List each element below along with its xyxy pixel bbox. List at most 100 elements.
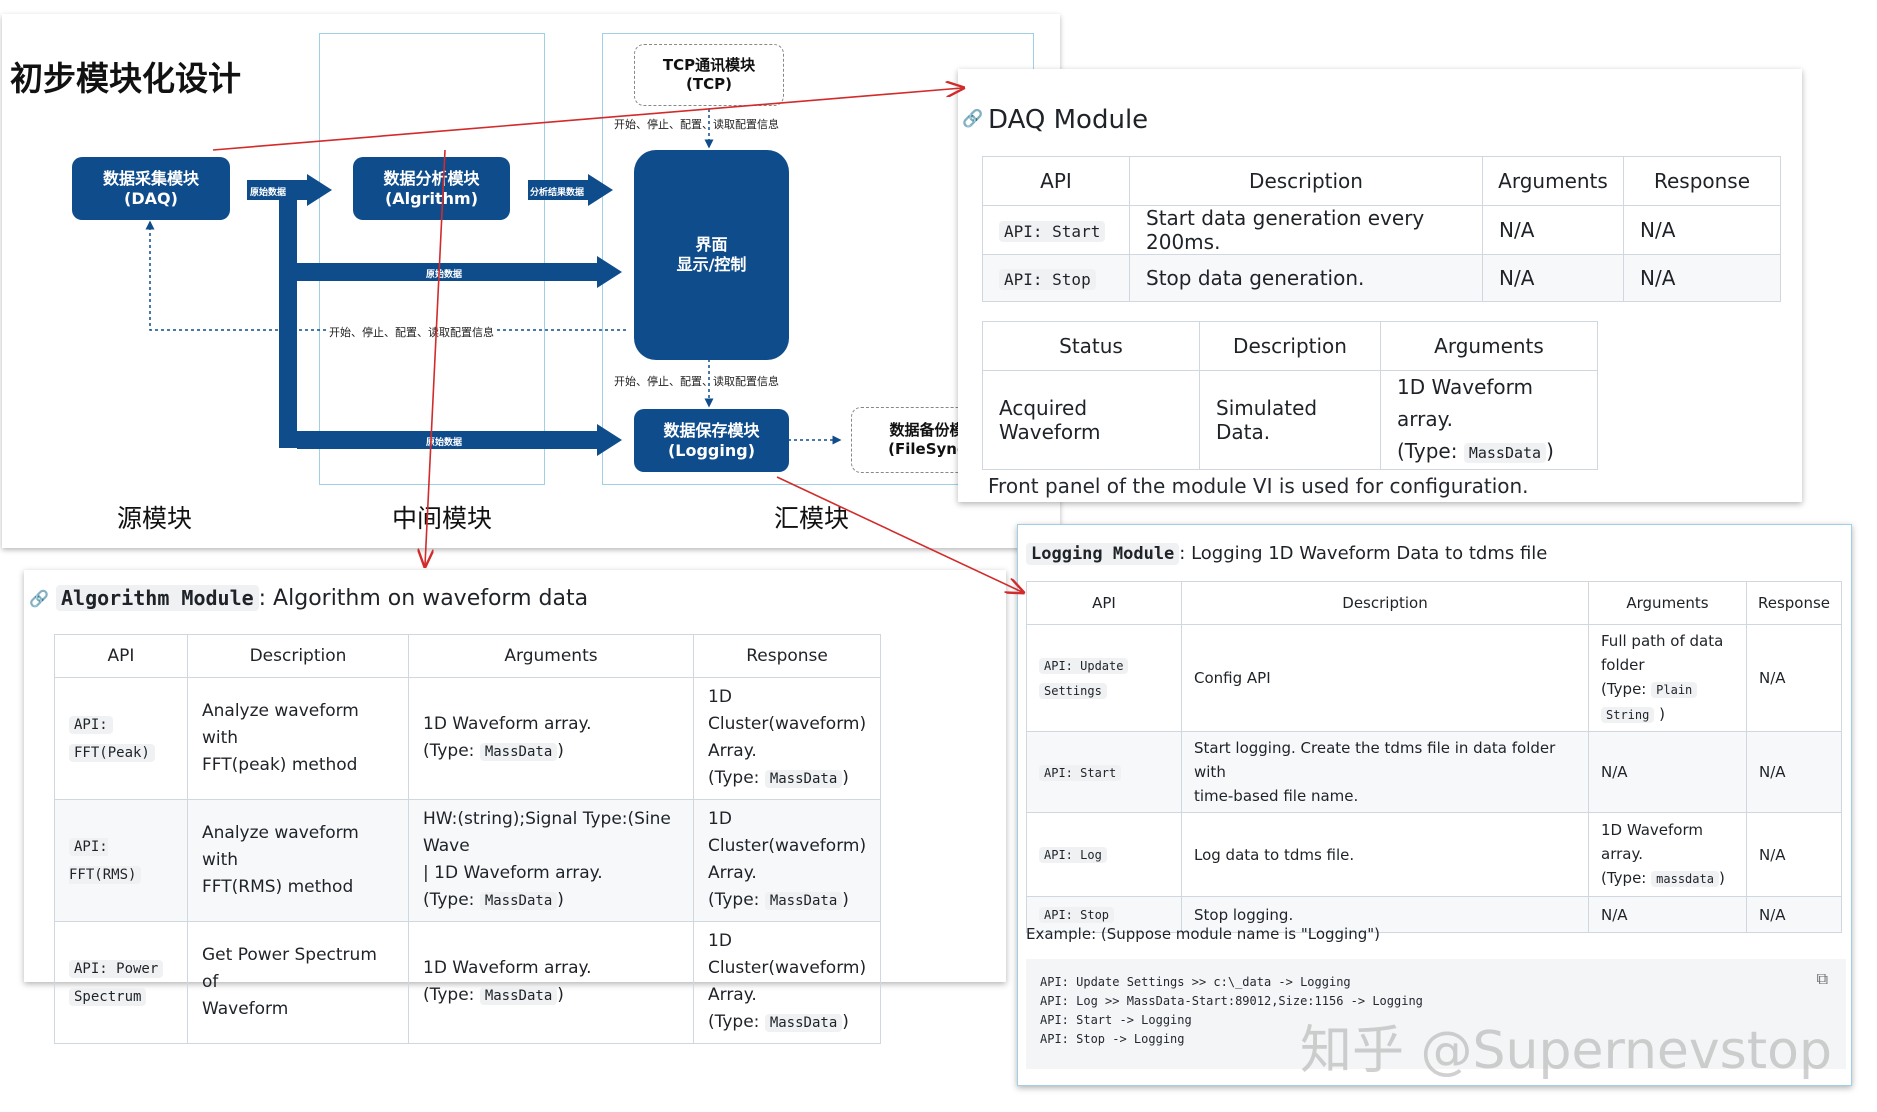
type-suffix: ) — [842, 768, 849, 788]
api-cell: API: Update Settings — [1026, 624, 1182, 732]
api-code: API: — [69, 715, 113, 734]
link-icon[interactable]: 🔗 — [29, 589, 49, 608]
type-code: MassData — [764, 1014, 843, 1032]
ui-block-sub: 显示/控制 — [676, 255, 747, 274]
api-cell: API: Log — [1026, 812, 1182, 897]
api-cell: API: Start — [1026, 731, 1182, 813]
copy-icon[interactable]: ⧉ — [1817, 969, 1828, 988]
response-cell: 1D Cluster(waveform) Array. (Type: MassD… — [692, 677, 882, 800]
control-label-daq: 开始、停止、配置、读取配置信息 — [327, 324, 496, 340]
arguments-cell: 1D Waveform array. (Type: MassData) — [408, 677, 694, 800]
algorithm-api-table: API Description Arguments Response API: … — [54, 634, 882, 1044]
daq-module-card: 🔗 DAQ Module API Description Arguments R… — [958, 69, 1802, 502]
filesync-block-title: 数据备份模 — [889, 421, 965, 439]
architecture-diagram: 初步模块化设计 原始数据 分析结果数据 原始数据 原始数据 开始、停止、配置、读… — [2, 14, 1060, 548]
arguments-cell: 1D Waveform array. (Type: MassData) — [1380, 370, 1598, 470]
description-line: time-based file name. — [1194, 787, 1359, 805]
type-suffix: ) — [1659, 705, 1665, 723]
api-cell: API: FFT(Peak) — [54, 677, 188, 800]
type-line: (Type: MassData) — [423, 887, 679, 915]
description-line: Waveform — [202, 999, 289, 1019]
type-suffix: ) — [557, 890, 564, 910]
tcp-block-title: TCP通讯模块 — [662, 56, 756, 74]
table-row: API: Stop Stop data generation. N/A N/A — [982, 254, 1781, 302]
type-prefix: (Type: — [423, 741, 475, 761]
api-code: API: Stop — [1039, 907, 1115, 923]
api-code: API: Log — [1039, 847, 1107, 863]
col-description: Description — [187, 634, 409, 678]
arguments-cell: HW:(string);Signal Type:(Sine Wave | 1D … — [408, 799, 694, 922]
api-code: API: Power — [69, 959, 164, 978]
type-line: String ) — [1601, 702, 1734, 727]
raw-data-label-3: 原始数据 — [426, 438, 463, 448]
arguments-cell: N/A — [1588, 896, 1747, 933]
description-line: Analyze waveform with — [202, 701, 359, 748]
arguments-line: 1D Waveform array. — [423, 714, 592, 734]
logging-block-title: 数据保存模块 — [663, 420, 760, 440]
heading-text: : Logging 1D Waveform Data to tdms file — [1179, 543, 1548, 564]
filesync-block-sub: (FileSync — [888, 440, 966, 458]
type-prefix: (Type: — [1601, 680, 1647, 698]
response-line: 1D Cluster(waveform) — [708, 687, 867, 734]
col-description: Description — [1199, 321, 1381, 371]
daq-api-table: API Description Arguments Response API: … — [982, 156, 1781, 302]
response-cell: N/A — [1746, 731, 1842, 813]
logging-block: 数据保存模块 (Logging) — [634, 409, 789, 472]
table-row: Acquired Waveform Simulated Data. 1D Wav… — [982, 370, 1598, 470]
link-icon[interactable]: 🔗 — [962, 109, 983, 129]
response-line: Array. — [708, 741, 757, 761]
type-code: MassData — [479, 743, 558, 761]
control-label-logging: 开始、停止、配置、读取配置信息 — [614, 375, 779, 388]
type-line: (Type: Plain — [1601, 677, 1734, 702]
col-arguments: Arguments — [408, 634, 694, 678]
raw-data-label-1: 原始数据 — [250, 188, 287, 198]
type-line: (Type: MassData) — [423, 738, 679, 766]
description-line: Config API — [1194, 669, 1271, 687]
logging-block-sub: (Logging) — [667, 440, 756, 460]
table-row: API: Update Settings Config API Full pat… — [1026, 624, 1842, 732]
col-status: Status — [982, 321, 1200, 371]
description-line: Start logging. Create the tdms file in d… — [1194, 739, 1556, 781]
response-line: Array. — [708, 863, 757, 883]
table-row: API: Log Log data to tdms file. 1D Wavef… — [1026, 812, 1842, 897]
type-prefix: (Type: — [1397, 439, 1458, 463]
response-cell: 1D Cluster(waveform) Array. (Type: MassD… — [692, 799, 882, 922]
type-suffix: ) — [557, 741, 564, 761]
api-code: API: Stop — [999, 269, 1096, 290]
api-cell: API: FFT(RMS) — [54, 799, 188, 922]
type-suffix: ) — [842, 890, 849, 910]
type-code: MassData — [764, 770, 843, 788]
arguments-cell: 1D Waveform array. (Type: MassData) — [408, 921, 694, 1044]
middle-column-label: 中间模块 — [392, 504, 493, 533]
description-cell: Config API — [1181, 624, 1589, 732]
description-line: Analyze waveform with — [202, 823, 359, 870]
arguments-cell: 1D Waveform array. (Type: massdata) — [1588, 812, 1747, 897]
type-code: MassData — [479, 892, 558, 910]
type-code: MassData — [764, 892, 843, 910]
api-cell: API: Start — [982, 205, 1130, 255]
col-arguments: Arguments — [1380, 321, 1598, 371]
response-cell: N/A — [1746, 624, 1842, 732]
sink-column-label: 汇模块 — [774, 504, 850, 533]
description-cell: Start logging. Create the tdms file in d… — [1181, 731, 1589, 813]
arguments-line: 1D Waveform — [1601, 821, 1704, 839]
description-cell: Analyze waveform with FFT(RMS) method — [187, 799, 409, 922]
description-line: FFT(peak) method — [202, 755, 358, 775]
description-line: Get Power Spectrum of — [202, 945, 377, 992]
description-cell: Stop data generation. — [1129, 254, 1483, 302]
algorithm-block-title: 数据分析模块 — [383, 168, 480, 188]
arguments-line: 1D Waveform array. — [423, 958, 592, 978]
table-row: API: Start Start logging. Create the tdm… — [1026, 731, 1842, 813]
arguments-line: folder — [1601, 656, 1645, 674]
table-row: API: Power Spectrum Get Power Spectrum o… — [54, 921, 882, 1044]
type-suffix: ) — [557, 985, 564, 1005]
daq-status-table: Status Description Arguments Acquired Wa… — [982, 321, 1598, 470]
response-line: 1D Cluster(waveform) — [708, 931, 867, 978]
col-response: Response — [1623, 156, 1781, 206]
ui-block-title: 界面 — [695, 235, 728, 254]
arguments-line: HW:(string);Signal Type:(Sine Wave — [423, 809, 671, 856]
table-row: API: FFT(RMS) Analyze waveform with FFT(… — [54, 799, 882, 922]
type-line: (Type: MassData) — [423, 982, 679, 1010]
type-prefix: (Type: — [708, 768, 760, 788]
api-code: FFT(Peak) — [69, 743, 155, 762]
